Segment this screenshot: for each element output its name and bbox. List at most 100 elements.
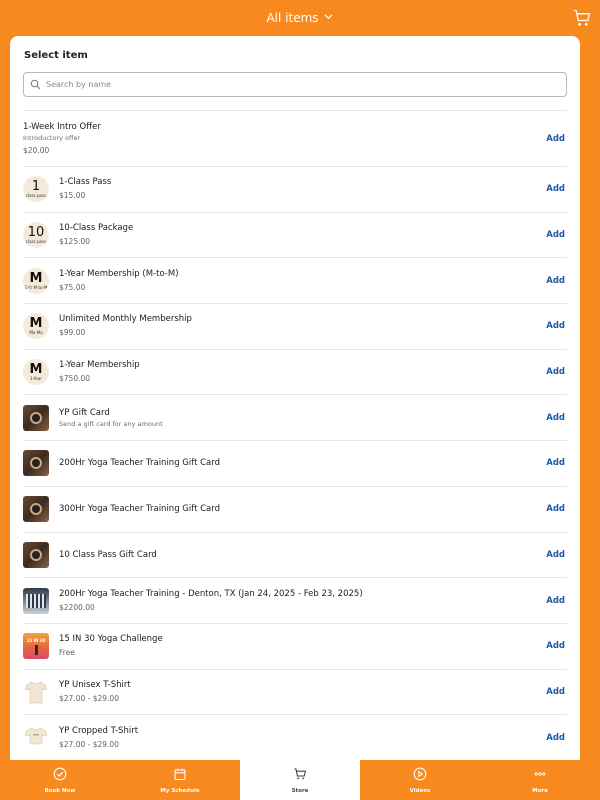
item-name: 1-Year Membership [59,360,140,371]
item-name: Unlimited Monthly Membership [59,314,192,325]
gift-card-logo [30,411,42,424]
item-price: $125.00 [59,237,91,247]
yoga-figure [34,644,38,655]
thumb-badge-number: M [29,316,43,332]
add-button[interactable]: Add [546,367,565,377]
add-button[interactable]: Add [546,550,565,560]
thumb-badge-caption: class pass [25,193,47,199]
gift-card-image [23,450,49,477]
item-price: Free [59,648,75,658]
thumb-badge-number: 1 [31,179,41,195]
add-button[interactable]: Add [546,184,565,194]
panel-title: Select item [24,50,88,61]
nav-videos[interactable]: Videos [360,760,480,800]
cart-button[interactable] [572,8,592,28]
item-name: 1-Year Membership (M-to-M) [59,268,179,279]
thumb-badge-number: M [29,270,43,286]
chevron-down-icon [323,11,334,25]
item-price: $2200.00 [59,602,95,612]
calendar-icon [173,766,187,785]
list-item: 200Hr Yoga Teacher Training - Denton, TX… [23,577,567,623]
item-info: 200Hr Yoga Teacher Training - Denton, TX… [59,588,546,614]
add-button[interactable]: Add [546,458,565,468]
add-button[interactable]: Add [546,641,565,651]
add-button[interactable]: Add [546,504,565,514]
gift-card-image [23,541,49,568]
cart-icon [573,9,591,26]
nav-my-schedule[interactable]: My Schedule [120,760,240,800]
tshirt-image [23,724,49,751]
gift-card-logo [30,457,42,470]
item-description: Introductory offer [23,133,81,142]
list-item: 1-Week Intro Offer Introductory offer $20.… [23,110,567,166]
search-icon [30,79,41,90]
item-info: 300Hr Yoga Teacher Training Gift Card [59,503,546,515]
bottom-nav: Book Now My Schedule Store Videos More [0,760,600,800]
item-info: YP Gift Card Send a gift card for any amo… [59,407,546,429]
item-info: 1-Week Intro Offer Introductory offer $20.… [23,121,546,157]
list-item: M 1-Year 1-Year Membership $750.00 Add [23,348,567,395]
item-price: $27.00 - $29.00 [59,693,119,703]
item-price: $750.00 [59,374,91,384]
search-input[interactable] [46,80,546,89]
item-thumbnail: M 1-Yr M-to-M [23,267,49,294]
gift-card-image [23,404,49,431]
list-item: YP Cropped T-Shirt $27.00 - $29.00 Add [23,714,567,760]
gift-card-logo [30,503,42,516]
item-price: $99.00 [59,328,86,338]
add-button[interactable]: Add [546,276,565,286]
item-info: 1-Year Membership (M-to-M) $75.00 [59,268,546,294]
thumb-badge-caption: 1-Yr M-to-M [24,284,48,290]
challenge-image-text: 15 IN 30 [26,637,46,643]
add-button[interactable]: Add [546,687,565,697]
item-name: YP Gift Card [59,407,110,418]
top-bar: All items [0,0,600,36]
nav-book-now[interactable]: Book Now [0,760,120,800]
add-button[interactable]: Add [546,321,565,331]
check-circle-icon [53,766,67,785]
item-price: $27.00 - $29.00 [59,739,119,749]
item-thumbnail: M 1-Year [23,359,49,386]
list-item: 200Hr Yoga Teacher Training Gift Card Add [23,440,567,486]
group-photo [26,593,46,608]
cart-icon [293,766,307,785]
item-info: YP Cropped T-Shirt $27.00 - $29.00 [59,725,546,751]
add-button[interactable]: Add [546,413,565,423]
item-name: 10 Class Pass Gift Card [59,549,157,560]
add-button[interactable]: Add [546,733,565,743]
nav-label: Store [291,788,309,794]
nav-store[interactable]: Store [240,760,360,800]
more-icon [533,766,547,785]
category-selector[interactable]: All items [266,11,333,25]
add-button[interactable]: Add [546,596,565,606]
thumb-badge-caption: 1-Year [30,376,42,382]
item-info: 10 Class Pass Gift Card [59,549,546,561]
list-item: M 1-Yr M-to-M 1-Year Membership (M-to-M) $7… [23,257,567,303]
item-name: YP Unisex T-Shirt [59,679,131,690]
nav-label: Book Now [44,788,76,794]
item-name: 10-Class Package [59,223,134,234]
list-item: YP Unisex T-Shirt $27.00 - $29.00 Add [23,668,567,715]
item-info: 1-Class Pass $15.00 [59,176,546,202]
gift-card-logo [30,548,42,561]
list-item: 1 class pass 1-Class Pass $15.00 Add [23,166,567,212]
list-item: YP Gift Card Send a gift card for any amo… [23,394,567,440]
list-item: 10 class pass 10-Class Package $125.00 Add [23,211,567,258]
item-info: YP Unisex T-Shirt $27.00 - $29.00 [59,679,546,705]
item-info: 1-Year Membership $750.00 [59,359,546,385]
thumb-badge-caption: class pass [25,239,47,245]
tshirt-image [23,678,49,705]
nav-more[interactable]: More [480,760,600,800]
item-info: 200Hr Yoga Teacher Training Gift Card [59,457,546,469]
nav-label: More [532,788,548,794]
thumb-badge-number: 10 [27,225,45,241]
item-price: $20.00 [23,145,50,155]
item-info: 10-Class Package $125.00 [59,222,546,248]
add-button[interactable]: Add [546,134,565,144]
item-thumbnail: M Mo-Mo [23,313,49,340]
item-name: 300Hr Yoga Teacher Training Gift Card [59,504,221,515]
add-button[interactable]: Add [546,230,565,240]
category-title: All items [266,11,319,25]
item-name: 200Hr Yoga Teacher Training - Denton, TX… [59,588,363,599]
nav-label: Videos [409,788,431,794]
